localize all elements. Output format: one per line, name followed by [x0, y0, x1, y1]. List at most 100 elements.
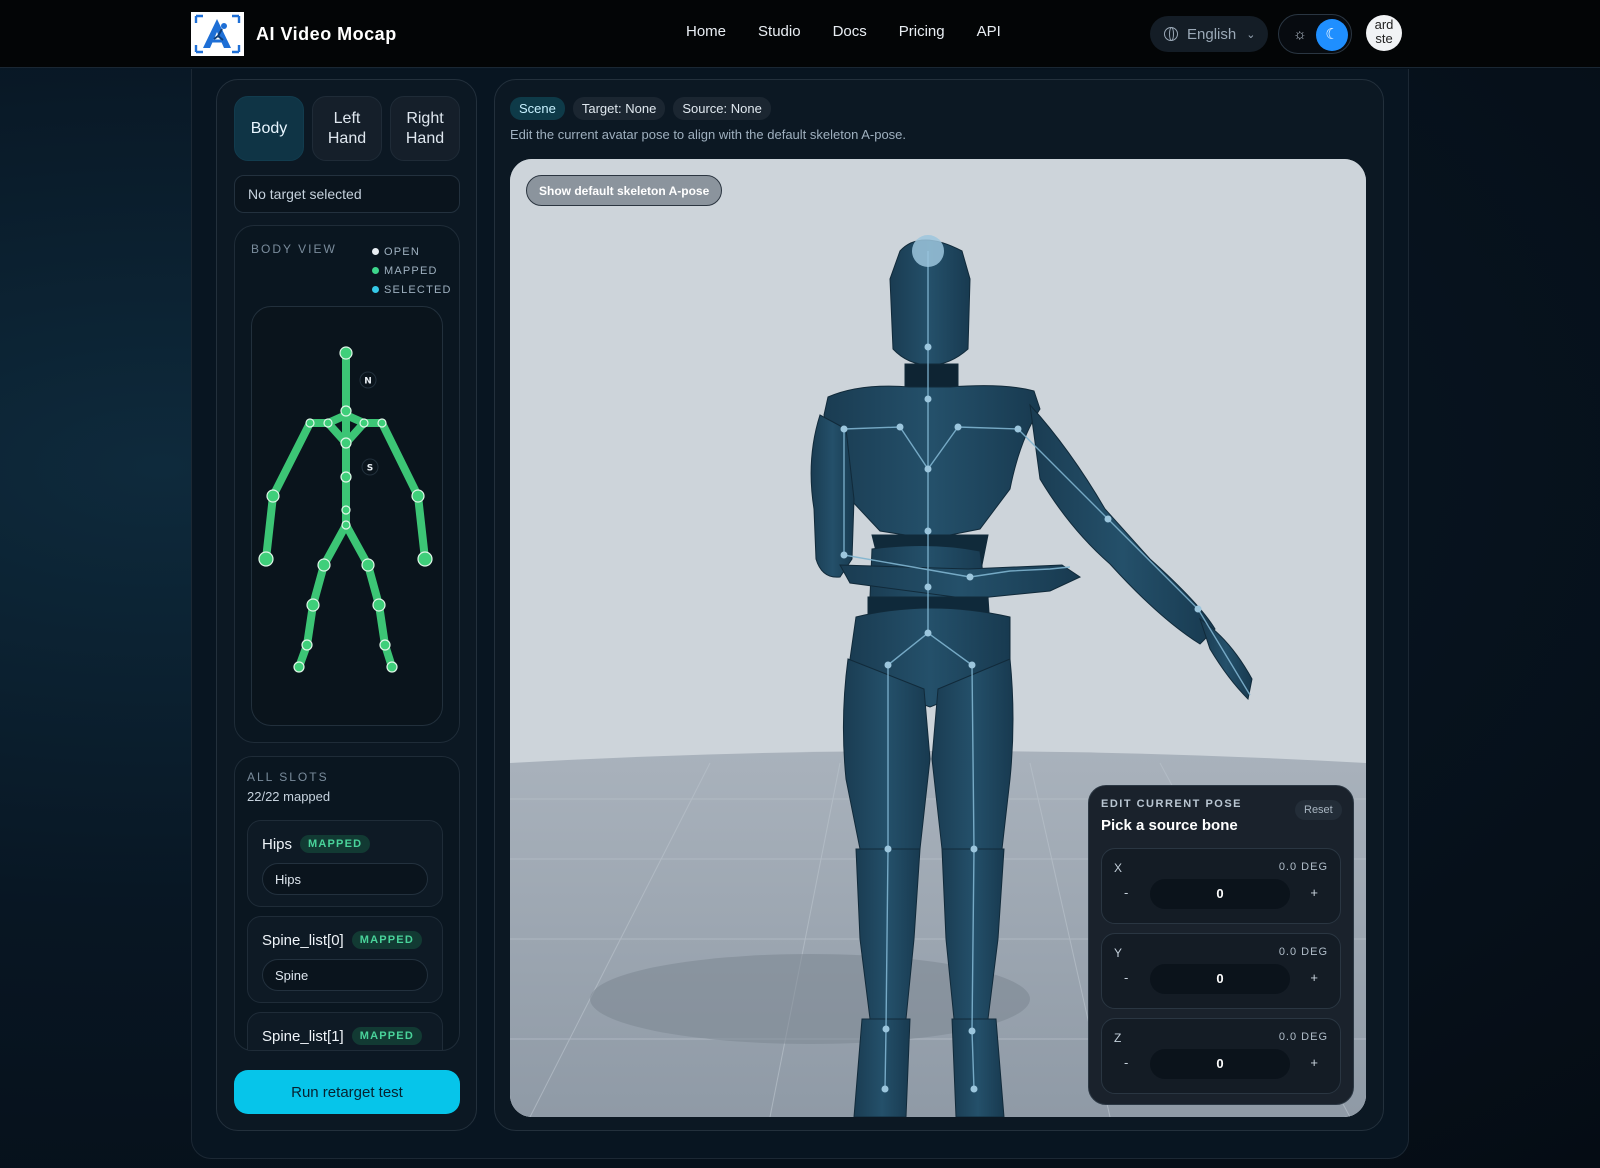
joint-right-ankle[interactable] [379, 639, 391, 651]
axis-z-degrees: 0.0 DEG [1278, 1031, 1328, 1043]
spine-marker-label: S [367, 464, 373, 474]
axis-z-decrement[interactable]: - [1124, 1055, 1128, 1070]
user-avatar[interactable]: ard ste [1366, 15, 1402, 51]
axis-y-input[interactable]: 0 [1150, 964, 1290, 994]
slot-card[interactable]: Spine_list[1] MAPPED [247, 1012, 443, 1050]
avatar-text-bottom: ste [1375, 31, 1393, 46]
axis-x-control: X 0.0 DEG - 0 + [1101, 848, 1341, 924]
joint-hips[interactable] [341, 520, 351, 530]
main-nav: Home Studio Docs Pricing API [686, 23, 1033, 40]
nav-link-studio[interactable]: Studio [758, 23, 801, 40]
joint-spine-lower[interactable] [341, 505, 351, 515]
tab-left-hand[interactable]: Left Hand [312, 96, 382, 161]
slot-bone-select[interactable]: Spine [262, 959, 428, 991]
joint-right-clavicle[interactable] [359, 418, 369, 428]
sun-icon[interactable]: ☼ [1293, 26, 1307, 43]
chip-target[interactable]: Target: None [572, 97, 666, 120]
joint-left-knee[interactable] [306, 598, 320, 612]
avatar-left-foot[interactable] [853, 1018, 911, 1117]
joint-right-hip[interactable] [361, 558, 375, 572]
moon-icon[interactable]: ☾ [1316, 19, 1348, 51]
slots-mapped-count: 22/22 mapped [247, 789, 331, 804]
mapped-badge: MAPPED [351, 1027, 422, 1045]
tab-right-hand[interactable]: Right Hand [390, 96, 460, 161]
joint-neck[interactable] [340, 405, 352, 417]
axis-x-decrement[interactable]: - [1124, 885, 1128, 900]
joint-left-elbow[interactable] [266, 489, 280, 503]
all-slots-title: ALL SLOTS [247, 770, 329, 784]
slot-card-clip: Spine_list[1] MAPPED [247, 1012, 443, 1050]
body-view-legend: OPEN MAPPED SELECTED [372, 242, 452, 299]
avatar-left-thigh[interactable] [842, 658, 931, 850]
chevron-down-icon: ⌄ [1246, 28, 1256, 41]
axis-y-label: Y [1114, 946, 1123, 960]
reset-button[interactable]: Reset [1295, 800, 1342, 820]
slot-name-label: Hips [262, 835, 293, 853]
nav-link-docs[interactable]: Docs [833, 23, 867, 40]
show-a-pose-button[interactable]: Show default skeleton A-pose [526, 175, 723, 206]
edit-pose-panel: EDIT CURRENT POSE Pick a source bone Res… [1088, 785, 1354, 1105]
chip-source[interactable]: Source: None [673, 97, 771, 120]
legend-selected: SELECTED [372, 280, 452, 299]
axis-x-increment[interactable]: + [1310, 885, 1318, 900]
joint-left-wrist[interactable] [258, 551, 274, 567]
legend-selected-label: SELECTED [384, 283, 452, 296]
joint-chest[interactable] [340, 437, 352, 449]
theme-toggle[interactable]: ☼ ☾ [1278, 14, 1352, 54]
top-nav: AI Video Mocap Home Studio Docs Pricing … [0, 0, 1600, 68]
slot-name: Spine_list[1] MAPPED [262, 1027, 422, 1045]
scene-chips: Scene Target: None Source: None [510, 97, 771, 120]
axis-x-input[interactable]: 0 [1150, 879, 1290, 909]
axis-y-degrees: 0.0 DEG [1278, 946, 1328, 958]
neck-marker-label: N [364, 377, 372, 387]
joint-head[interactable] [339, 346, 353, 360]
chip-scene[interactable]: Scene [510, 97, 565, 120]
nav-link-api[interactable]: API [977, 23, 1001, 40]
joint-left-shoulder[interactable] [305, 418, 315, 428]
legend-open: OPEN [372, 242, 452, 261]
logo-icon [193, 14, 242, 54]
axis-y-decrement[interactable]: - [1124, 970, 1128, 985]
joint-spine[interactable] [340, 471, 352, 483]
brand[interactable]: AI Video Mocap [191, 12, 397, 56]
slot-name-label: Spine_list[0] [262, 931, 344, 949]
nav-link-home[interactable]: Home [686, 23, 726, 40]
skeleton-map: N S [251, 306, 443, 726]
legend-mapped: MAPPED [372, 261, 452, 280]
joint-head-selected[interactable] [912, 235, 944, 267]
axis-y-increment[interactable]: + [1310, 970, 1318, 985]
run-retarget-button[interactable]: Run retarget test [234, 1070, 460, 1114]
edit-pose-title: Pick a source bone [1101, 817, 1238, 834]
target-status: No target selected [234, 175, 460, 213]
scene-description: Edit the current avatar pose to align wi… [510, 127, 907, 142]
axis-z-input[interactable]: 0 [1150, 1049, 1290, 1079]
joint-right-shoulder[interactable] [377, 418, 387, 428]
axis-x-degrees: 0.0 DEG [1278, 861, 1328, 873]
joint-right-wrist[interactable] [417, 551, 433, 567]
tab-body[interactable]: Body [234, 96, 304, 161]
joint-right-knee[interactable] [372, 598, 386, 612]
joint-left-ankle[interactable] [301, 639, 313, 651]
joint-right-elbow[interactable] [411, 489, 425, 503]
avatar-right-foot[interactable] [951, 1018, 1005, 1117]
joint-left-toe[interactable] [293, 661, 305, 673]
brand-name: AI Video Mocap [256, 23, 397, 44]
nav-link-pricing[interactable]: Pricing [899, 23, 945, 40]
axis-z-increment[interactable]: + [1310, 1055, 1318, 1070]
legend-mapped-label: MAPPED [384, 264, 438, 277]
skeleton-diagram: N S [258, 346, 433, 673]
avatar-left-arm[interactable] [810, 414, 855, 578]
body-view-title: BODY VIEW [251, 242, 337, 256]
language-selector[interactable]: English ⌄ [1150, 16, 1268, 52]
slot-bone-select[interactable]: Hips [262, 863, 428, 895]
bone-group-tabs: Body Left Hand Right Hand [234, 96, 460, 161]
axis-y-control: Y 0.0 DEG - 0 + [1101, 933, 1341, 1009]
joint-left-clavicle[interactable] [323, 418, 333, 428]
slot-name: Spine_list[0] MAPPED [262, 931, 422, 949]
axis-z-label: Z [1114, 1031, 1122, 1045]
slot-card[interactable]: Hips MAPPED Hips [247, 820, 443, 907]
joint-left-hip[interactable] [317, 558, 331, 572]
slot-card[interactable]: Spine_list[0] MAPPED Spine [247, 916, 443, 1003]
joint-right-toe[interactable] [386, 661, 398, 673]
edit-pose-label: EDIT CURRENT POSE [1101, 798, 1243, 810]
